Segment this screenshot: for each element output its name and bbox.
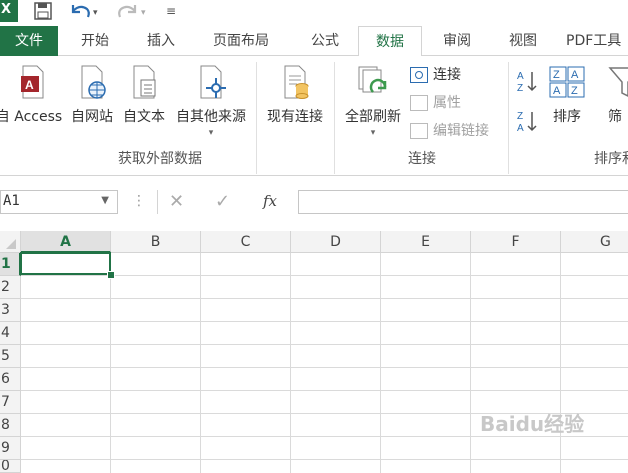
customize-quick-access-icon[interactable]: ≡ [166,4,176,24]
sort-descending-icon[interactable]: ZA [516,108,540,134]
from-access-button[interactable]: A 自 Access [0,64,64,126]
from-text-button[interactable]: 自文本 [120,64,168,126]
formula-input[interactable] [298,190,628,214]
svg-text:A: A [517,71,524,82]
ribbon-tabs: 文件 开始 插入 页面布局 公式 数据 审阅 视图 PDF工具 [0,26,628,57]
tab-review[interactable]: 审阅 [430,26,484,56]
edit-links-icon [410,123,428,139]
select-all-corner[interactable] [0,231,21,253]
column-header-e[interactable]: E [381,231,471,253]
name-box-value: A1 [3,193,20,209]
title-bar: X ▾ ▾ ≡ [0,0,628,26]
other-sources-icon [200,65,226,99]
tab-pdf-tools[interactable]: PDF工具 [566,26,628,56]
save-icon[interactable] [34,2,52,22]
group-separator [508,62,509,174]
column-header-c[interactable]: C [201,231,291,253]
svg-text:Z: Z [553,69,560,81]
column-header-b[interactable]: B [111,231,201,253]
svg-text:A: A [517,123,524,134]
row-header-9[interactable]: 9 [0,437,21,460]
enter-icon[interactable]: ✓ [215,191,230,212]
undo-icon[interactable]: ▾ [70,2,100,22]
name-box[interactable]: A1 ▼ [0,190,118,214]
properties-icon [410,95,428,111]
fill-handle[interactable] [107,271,115,279]
name-box-dropdown-icon[interactable]: ▼ [101,195,109,206]
web-icon [81,65,106,99]
svg-text:A: A [25,78,34,92]
formula-buttons: ✕ ✓ fx [157,190,292,214]
tab-formulas[interactable]: 公式 [298,26,352,56]
dropdown-arrow-icon: ▾ [208,128,214,138]
existing-connections-icon [284,65,309,99]
sort-ascending-icon[interactable]: AZ [516,68,540,94]
group-label-get-external-data: 获取外部数据 [118,151,202,167]
group-label-sort-filter: 排序和 [594,151,628,167]
ribbon-data: A 自 Access 自网站 自文本 自其他来源 ▾ 获取外部数据 现有连接 全… [0,56,628,176]
group-separator [256,62,257,174]
edit-links-button[interactable]: 编辑链接 [410,120,489,142]
cancel-icon[interactable]: ✕ [169,191,184,212]
tab-home[interactable]: 开始 [68,26,122,56]
active-cell-a1[interactable] [20,252,111,275]
group-label-connections: 连接 [408,151,436,167]
insert-function-icon[interactable]: fx [263,192,277,210]
excel-logo-icon: X [0,0,18,22]
row-header-4[interactable]: 4 [0,322,21,345]
from-other-sources-button[interactable]: 自其他来源 ▾ [172,64,250,138]
row-header-10[interactable]: 0 [0,460,21,473]
existing-connections-button[interactable]: 现有连接 [262,64,328,126]
group-separator [334,62,335,174]
filter-icon [608,67,628,97]
dropdown-arrow-icon: ▾ [370,128,376,138]
row-header-8[interactable]: 8 [0,414,21,437]
text-file-icon [133,65,156,99]
svg-text:Z: Z [517,111,523,122]
sort-button[interactable]: ZAAZ 排序 [546,64,588,126]
redo-icon[interactable]: ▾ [118,2,148,22]
tab-file[interactable]: 文件 [0,26,58,56]
svg-text:Z: Z [571,85,578,97]
tab-data[interactable]: 数据 [358,26,422,57]
access-icon: A [21,65,44,99]
sort-icon: Z AA Z [549,66,585,98]
from-web-button[interactable]: 自网站 [68,64,116,126]
svg-text:A: A [553,85,561,97]
tab-view[interactable]: 视图 [496,26,550,56]
row-header-3[interactable]: 3 [0,299,21,322]
watermark: Baidu经验 [480,412,585,436]
properties-button[interactable]: 属性 [410,92,461,114]
svg-text:Z: Z [517,83,523,94]
row-header-1[interactable]: 1 [0,253,21,276]
column-header-a[interactable]: A [21,231,111,253]
svg-text:▾: ▾ [141,8,146,18]
row-header-6[interactable]: 6 [0,368,21,391]
connections-icon [410,67,428,83]
column-header-f[interactable]: F [471,231,561,253]
connections-button[interactable]: 连接 [410,64,461,86]
row-header-5[interactable]: 5 [0,345,21,368]
filter-button[interactable]: 筛 [608,64,628,126]
row-header-7[interactable]: 7 [0,391,21,414]
tab-insert[interactable]: 插入 [134,26,188,56]
svg-text:A: A [571,69,579,81]
column-header-d[interactable]: D [291,231,381,253]
formula-bar-grip-icon: ⋮ [132,193,146,209]
column-header-g[interactable]: G [561,231,628,253]
svg-text:▾: ▾ [93,8,98,18]
row-header-2[interactable]: 2 [0,276,21,299]
refresh-all-icon [358,66,387,93]
refresh-all-button[interactable]: 全部刷新 ▾ [340,64,406,138]
tab-page-layout[interactable]: 页面布局 [198,26,284,56]
